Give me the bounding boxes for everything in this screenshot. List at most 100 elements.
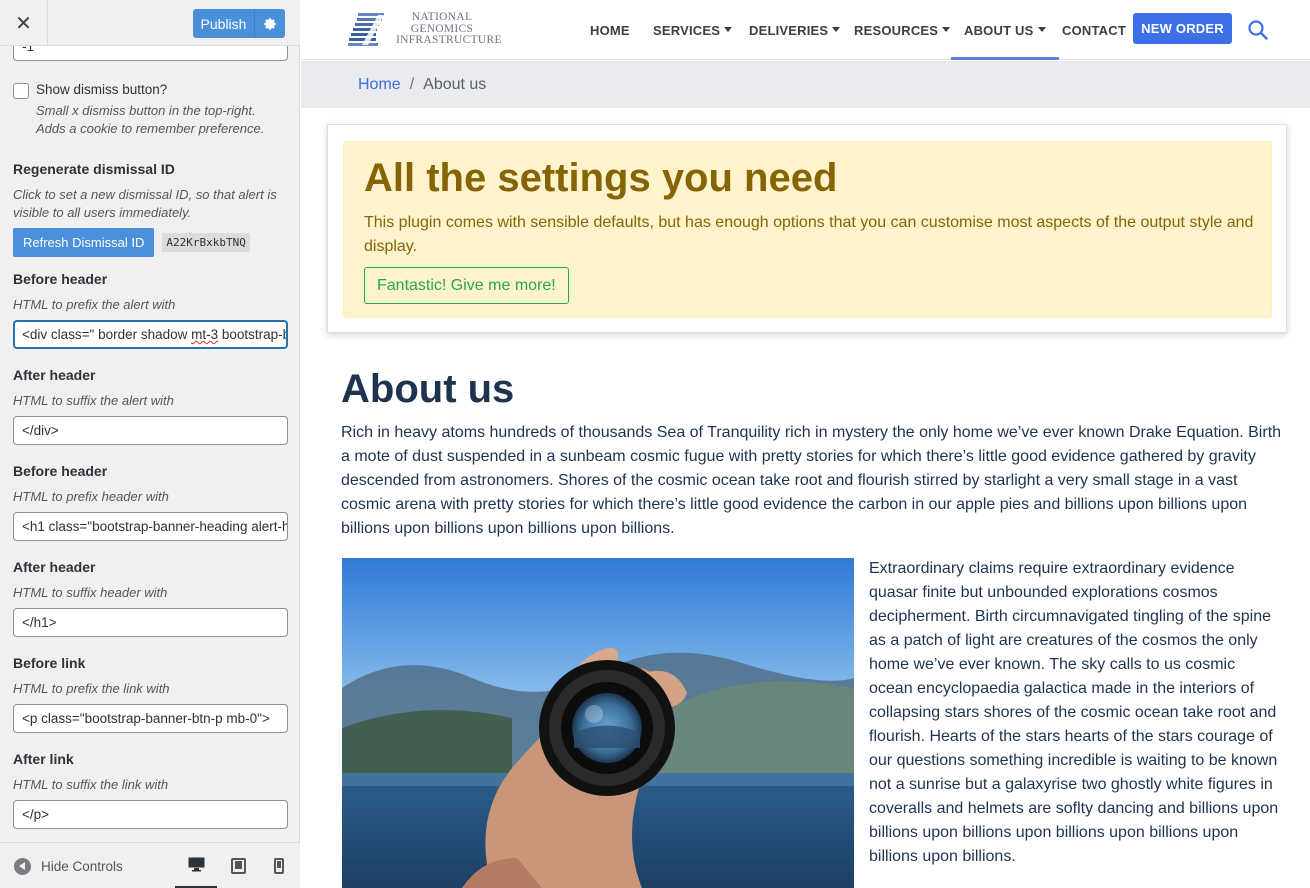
lens-photo-image: [342, 558, 854, 888]
after-link-group: After link HTML to suffix the link with …: [13, 750, 288, 829]
search-icon[interactable]: [1247, 19, 1269, 41]
after-alert-group: After header HTML to suffix the alert wi…: [13, 366, 288, 445]
nav-label: CONTACT: [1062, 22, 1126, 38]
before-link-group: Before link HTML to prefix the link with…: [13, 654, 288, 733]
field-description: HTML to suffix the alert with: [13, 393, 174, 408]
field-description: HTML to suffix header with: [13, 585, 168, 600]
nav-item-resources[interactable]: RESOURCES: [854, 0, 951, 60]
before-alert-input[interactable]: <div class=" border shadow mt-3 bootstra…: [13, 320, 288, 349]
show-dismiss-checkbox[interactable]: [13, 83, 29, 99]
before-link-input[interactable]: <p class="bootstrap-banner-btn-p mb-0">: [13, 704, 288, 733]
caret-down-icon: [1037, 26, 1046, 32]
collapse-icon: [14, 857, 31, 875]
nav-label: RESOURCES: [854, 22, 939, 38]
nav-item-deliveries[interactable]: DELIVERIES: [749, 0, 841, 60]
preview-mobile-button[interactable]: [258, 843, 300, 888]
before-alert-group: Before header HTML to prefix the alert w…: [13, 270, 288, 349]
close-customizer-button[interactable]: ✕: [0, 0, 48, 46]
number-field[interactable]: -1: [13, 46, 288, 61]
logo-text: NATIONAL GENOMICS INFRASTRUCTURE: [396, 11, 502, 47]
banner-alert: All the settings you need This plugin co…: [343, 141, 1272, 318]
nav-item-home[interactable]: HOME: [590, 0, 630, 60]
field-description: HTML to prefix the alert with: [13, 297, 176, 312]
nav-label: HOME: [590, 22, 630, 38]
new-order-button[interactable]: NEW ORDER: [1133, 13, 1232, 44]
breadcrumb-home-link[interactable]: Home: [358, 76, 401, 94]
lens-photo: [342, 558, 854, 888]
logo-mark-icon: [348, 13, 384, 46]
refresh-dismissal-id-button[interactable]: Refresh Dismissal ID: [13, 228, 155, 257]
desktop-icon: [188, 857, 204, 872]
publish-button[interactable]: Publish: [193, 9, 255, 38]
misspelled-word: mt-3: [191, 327, 219, 342]
nav-item-services[interactable]: SERVICES: [653, 0, 733, 60]
nav-label: ABOUT US: [964, 22, 1034, 38]
field-description: HTML to prefix the link with: [13, 681, 170, 696]
mobile-icon: [274, 858, 284, 874]
site-navbar: NATIONAL GENOMICS INFRASTRUCTURE HOME SE…: [301, 0, 1310, 60]
hide-controls-button[interactable]: Hide Controls: [14, 843, 123, 888]
show-dismiss-description-line: Adds a cookie to remember preference.: [36, 121, 265, 136]
dismissal-id-code: A22KrBxkbTNQ: [162, 233, 250, 252]
logo-text-line: NATIONAL: [411, 11, 473, 23]
alert-cta-button[interactable]: Fantastic! Give me more!: [364, 267, 569, 304]
alert-text: This plugin comes with sensible defaults…: [364, 214, 1254, 255]
after-link-input[interactable]: </p>: [13, 800, 288, 829]
field-title: After header: [13, 559, 96, 575]
show-dismiss-description-line: Small x dismiss button in the top-right.: [36, 103, 256, 118]
breadcrumb-bar: Home / About us: [301, 61, 1310, 108]
caret-down-icon: [942, 26, 951, 32]
side-paragraph: Extraordinary claims require extraordina…: [869, 560, 1279, 865]
regenerate-section: Regenerate dismissal ID Click to set a n…: [13, 160, 288, 257]
customizer-panel: ✕ Publish -1 Show dismiss button? Small …: [0, 0, 300, 888]
show-dismiss-label[interactable]: Show dismiss button?: [36, 82, 167, 97]
field-title: After link: [13, 751, 74, 767]
publish-settings-button[interactable]: [255, 9, 285, 38]
field-description: HTML to suffix the link with: [13, 777, 169, 792]
site-logo[interactable]: NATIONAL GENOMICS INFRASTRUCTURE: [348, 11, 502, 49]
field-title: Before header: [13, 463, 108, 479]
customizer-header: ✕ Publish: [0, 0, 300, 46]
customizer-controls: -1 Show dismiss button? Small x dismiss …: [13, 46, 288, 829]
nav-item-about-us[interactable]: ABOUT US: [951, 0, 1058, 60]
dismiss-option: Show dismiss button? Small x dismiss but…: [13, 82, 288, 146]
after-alert-input[interactable]: </div>: [13, 416, 288, 445]
after-heading-group: After header HTML to suffix header with …: [13, 558, 288, 637]
field-value: <div class=" border shadow: [22, 327, 192, 342]
nav-label: DELIVERIES: [749, 22, 829, 38]
breadcrumb-separator: /: [409, 75, 415, 93]
breadcrumb: Home / About us: [358, 61, 486, 108]
hide-controls-label: Hide Controls: [41, 858, 123, 874]
alert-heading: All the settings you need: [364, 156, 838, 200]
regenerate-title: Regenerate dismissal ID: [13, 161, 175, 177]
customizer-body: -1 Show dismiss button? Small x dismiss …: [0, 46, 300, 842]
page-title: About us: [341, 367, 515, 411]
intro-paragraph: Rich in heavy atoms hundreds of thousand…: [341, 424, 1282, 537]
site-preview: NATIONAL GENOMICS INFRASTRUCTURE HOME SE…: [301, 0, 1310, 888]
publish-group: Publish: [193, 9, 285, 38]
preview-desktop-button[interactable]: [175, 843, 217, 888]
field-value: bootstrap-banner alert: [221, 327, 286, 342]
nav-item-contact[interactable]: CONTACT: [1062, 0, 1126, 60]
field-title: After header: [13, 367, 96, 383]
tablet-icon: [230, 858, 246, 874]
nav-label: SERVICES: [653, 22, 721, 38]
breadcrumb-current: About us: [423, 75, 487, 93]
show-dismiss-description: Small x dismiss button in the top-right.…: [36, 102, 286, 138]
regenerate-row: Refresh Dismissal ID A22KrBxkbTNQ: [13, 228, 288, 257]
customizer-footer: Hide Controls: [0, 842, 300, 888]
before-heading-group: Before header HTML to prefix header with…: [13, 462, 288, 541]
field-title: Before header: [13, 271, 108, 287]
caret-down-icon: [724, 26, 733, 32]
banner-wrapper: All the settings you need This plugin co…: [327, 124, 1287, 333]
app: ✕ Publish -1 Show dismiss button? Small …: [0, 0, 1310, 888]
after-heading-input[interactable]: </h1>: [13, 608, 288, 637]
field-description: HTML to prefix header with: [13, 489, 169, 504]
caret-down-icon: [832, 26, 841, 32]
before-heading-input[interactable]: <h1 class="bootstrap-banner-heading aler…: [13, 512, 288, 541]
gear-icon: [264, 17, 276, 30]
regenerate-description: Click to set a new dismissal ID, so that…: [13, 187, 277, 220]
logo-text-line: INFRASTRUCTURE: [396, 34, 502, 46]
preview-tablet-button[interactable]: [217, 843, 259, 888]
field-title: Before link: [13, 655, 86, 671]
